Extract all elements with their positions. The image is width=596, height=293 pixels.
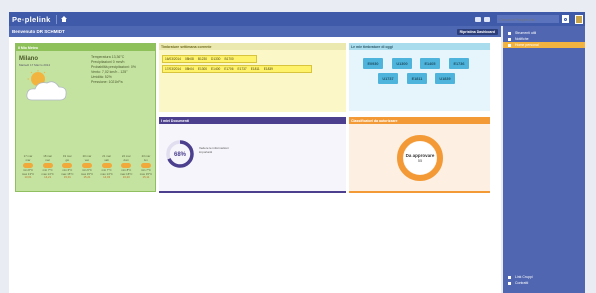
todays-clockings-widget: Le mie timbrature di oggi E0930 U1300 E1… [349, 43, 490, 111]
clocking-row[interactable]: 16/03/2014 08h08 B1230 D1330 B1700 [162, 55, 257, 63]
forecast-temp: 13,01 [24, 175, 32, 179]
notifications-icon[interactable] [484, 16, 490, 22]
forecast-weekday: sab [104, 157, 109, 162]
search-input[interactable] [497, 15, 559, 23]
documents-percent: 68% [174, 152, 187, 158]
page-title: Benvenuto DR SCHMIDT [12, 29, 65, 34]
forecast-weekday: lun [144, 157, 148, 162]
sidebar-item-home-personal[interactable]: Home personal [503, 42, 585, 48]
clocking-badge: U1839 [435, 73, 455, 84]
approval-count: 55 [418, 158, 423, 163]
forecast-weekday: mar [25, 157, 31, 162]
clocking-badge: E1736 [449, 58, 469, 69]
clocking-badge: E0930 [363, 58, 383, 69]
weather-widget: Il Mio Meteo Milano Martedì 17 Marzo 201… [15, 43, 156, 192]
weather-date: Martedì 17 Marzo 2014 [19, 63, 51, 67]
link-icon [508, 275, 511, 279]
my-documents-header: I miei Documenti [159, 117, 346, 124]
weekly-clockings-header: Timbrature settimana corrente [159, 43, 346, 50]
restore-dashboard-button[interactable]: Ripristina Dashboard [456, 28, 498, 35]
right-sidebar: Strumenti utili Notifiche Home personal … [503, 26, 585, 293]
documents-label: Vedere le informazioni importanti [199, 146, 229, 154]
document-icon [508, 281, 511, 285]
weekly-clockings-widget: Timbrature settimana corrente 16/03/2014… [159, 43, 346, 112]
todays-clockings-header: Le mie timbrature di oggi [349, 43, 490, 50]
forecast-temp: 15,11 [142, 175, 150, 179]
forecast-strip: 17 mar mar min 8°C max 13°C 13,01 18 mar mer mi… [20, 154, 154, 180]
cloud-sun-icon [26, 70, 67, 101]
forecast-weekday: mer [45, 157, 51, 162]
forecast-day: 21 mar sab min 7°C max 14°C 14,03 [99, 154, 115, 180]
divider [349, 191, 490, 193]
forecast-temp: 16,20 [122, 175, 130, 179]
top-navigation-bar: Pe◦plelink [9, 12, 585, 26]
forecast-day: 20 mar ven min 6°C max 15°C 15,21 [79, 154, 95, 180]
clocking-badge: U1300 [392, 58, 412, 69]
forecast-weekday: gio [65, 157, 70, 162]
approval-donut[interactable]: Da approvare 55 [395, 133, 445, 183]
forecast-day: 23 mar lun min 7°C max 15°C 15,11 [138, 154, 154, 180]
top-icons [475, 14, 583, 24]
bell-icon [508, 37, 511, 41]
user-avatar[interactable] [575, 14, 583, 24]
home-icon [508, 43, 511, 47]
messages-icon[interactable] [475, 16, 481, 22]
documents-progress-donut[interactable]: 68% [165, 139, 195, 169]
forecast-temp: 15,01 [63, 175, 71, 179]
search-icon [564, 17, 567, 21]
forecast-temp: 14,21 [44, 175, 52, 179]
weather-city: Milano [19, 56, 38, 62]
home-icon[interactable] [60, 16, 67, 22]
clocking-badge: U1737 [378, 73, 398, 84]
forecast-day: 19 mar gio min 6°C max 15°C 15,01 [59, 154, 75, 180]
page-title-bar: Benvenuto DR SCHMIDT Ripristina Dashboar… [9, 26, 501, 37]
my-documents-widget: I miei Documenti 68% Vedere le informazi… [159, 117, 346, 193]
sidebar-item-contracts[interactable]: Contratti [503, 280, 585, 286]
peoplelink-logo[interactable]: Pe◦plelink [12, 14, 57, 24]
classifiers-widget: Classificatori da autorizzare Da approva… [349, 117, 490, 193]
forecast-weekday: dom [123, 157, 129, 162]
forecast-weekday: ven [84, 157, 90, 162]
divider [159, 191, 346, 193]
weather-details: Temperatura 13,36°C Precipitazioni 0 mm/… [91, 55, 136, 84]
forecast-temp: 15,21 [83, 175, 91, 179]
weather-widget-header: Il Mio Meteo [16, 44, 155, 51]
clocking-row[interactable]: 17/03/2014 08h04 E1300 E1400 E1706 E1737… [162, 65, 312, 73]
forecast-temp: 14,03 [103, 175, 111, 179]
forecast-day: 17 mar mar min 8°C max 13°C 13,01 [20, 154, 36, 180]
forecast-day: 22 mar dom min 8°C max 16°C 16,20 [118, 154, 134, 180]
classifiers-header: Classificatori da autorizzare [349, 117, 490, 124]
search-button[interactable] [562, 15, 569, 23]
clocking-badge: E1405 [420, 58, 440, 69]
tools-icon [508, 31, 511, 35]
forecast-day: 18 mar mer min 7°C max 14°C 14,21 [40, 154, 56, 180]
clocking-badge: E1811 [407, 73, 427, 84]
